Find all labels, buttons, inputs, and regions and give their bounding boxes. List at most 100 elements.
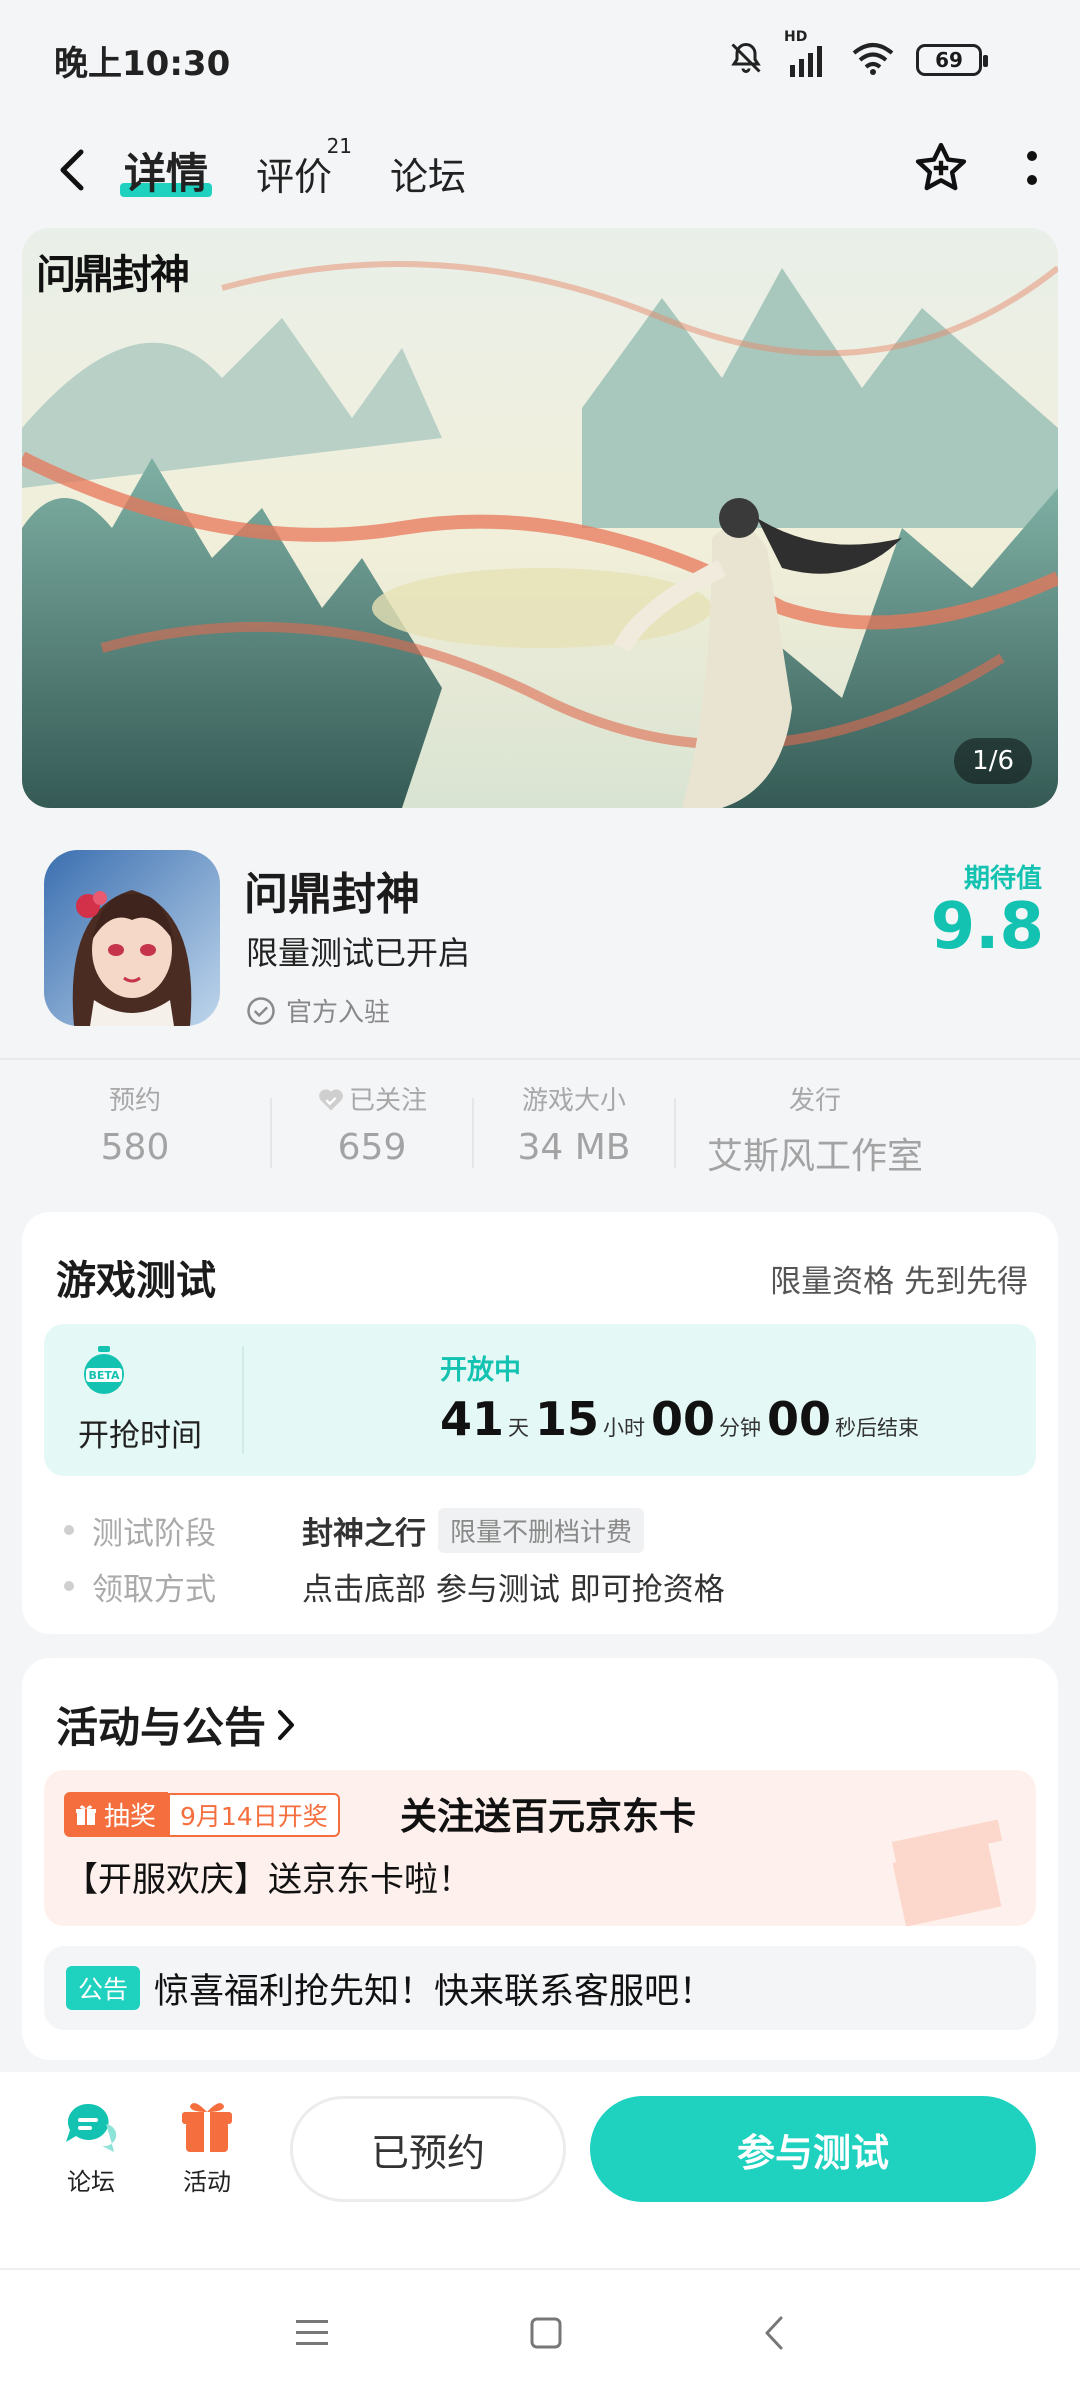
bullet	[64, 1525, 74, 1535]
tab-details[interactable]: 详情	[119, 140, 213, 201]
favorite-star-button[interactable]	[912, 139, 970, 201]
minutes-unit: 分钟	[719, 1416, 762, 1440]
test-details: 测试阶段 封神之行 限量不删档计费 领取方式 点击底部 参与测试 即可抢资格	[44, 1502, 1036, 1614]
banner-artwork	[22, 228, 1058, 808]
home-button[interactable]	[529, 2316, 563, 2354]
stat-value: 34 MB	[517, 1127, 631, 1168]
game-header: 问鼎封神 限量测试已开启 官方入驻 期待值 9.8	[0, 840, 1080, 1040]
beta-stopwatch-icon: BETA	[80, 1346, 128, 1400]
gift-icon	[76, 1804, 96, 1825]
hours-unit: 小时	[603, 1416, 646, 1440]
menu-lines-icon	[296, 2320, 328, 2345]
test-countdown-panel: BETA 开抢时间 开放中 41 天 15 小时 00 分钟 00 秒后结束	[44, 1324, 1036, 1476]
lottery-tag: 抽奖	[64, 1792, 169, 1837]
mute-bell-icon	[728, 40, 764, 80]
beta-badge-text: BETA	[88, 1369, 120, 1382]
recent-apps-button[interactable]	[295, 2318, 329, 2352]
forum-shortcut-label: 论坛	[67, 2168, 115, 2196]
screenshot-carousel[interactable]: 问鼎封神 1/6	[22, 228, 1058, 808]
draw-date-tag: 9月14日开奖	[168, 1792, 340, 1837]
stat-label: 已关注	[348, 1086, 427, 1116]
events-section-link[interactable]: 活动与公告	[56, 1694, 296, 1755]
carousel-page-indicator: 1/6	[954, 738, 1032, 784]
stat-label: 预约	[108, 1086, 161, 1116]
signal-icon: HD	[784, 29, 830, 77]
gift-box-icon	[182, 2103, 232, 2152]
stat-value: 659	[337, 1127, 407, 1168]
join-test-button[interactable]: 参与测试	[590, 2096, 1036, 2202]
seconds-unit: 秒后结束	[835, 1416, 920, 1440]
stage-tag: 限量不删档计费	[438, 1507, 645, 1553]
game-test-card: 游戏测试 限量资格 先到先得 BETA 开抢时间 开放中 41 天 15 小时 …	[22, 1212, 1058, 1634]
tab-reviews[interactable]: 评价 21	[256, 134, 352, 201]
announcement-item[interactable]: 公告 惊喜福利抢先知！快来联系客服吧！	[44, 1946, 1036, 2030]
days-unit: 天	[508, 1416, 530, 1440]
stat-reservations: 预约 580	[0, 1080, 270, 1190]
event-headline: 关注送百元京东卡	[400, 1795, 696, 1838]
event-body: 【开服欢庆】送京东卡啦！	[64, 1860, 472, 1900]
check-circle-icon	[247, 996, 275, 1025]
chevron-left-icon	[60, 149, 84, 191]
tab-bar: 详情 评价 21 论坛	[119, 134, 466, 201]
stat-value: 580	[100, 1127, 170, 1168]
battery-indicator: 69	[916, 44, 988, 76]
announcement-tag: 公告	[66, 1966, 141, 2010]
stats-row: 预约 580 已关注 659 游戏大小 34 MB 发行 艾斯风工作室	[0, 1080, 1080, 1190]
events-title: 活动与公告	[56, 1703, 267, 1752]
stat-label: 发行	[788, 1086, 841, 1116]
expectation-score: 9.8	[930, 890, 1044, 964]
more-options-button[interactable]	[1024, 148, 1040, 192]
claim-method-row: 领取方式 点击底部 参与测试 即可抢资格	[44, 1558, 1036, 1614]
chevron-left-icon	[765, 2316, 783, 2350]
game-app-icon	[44, 850, 220, 1026]
test-card-title: 游戏测试	[56, 1258, 216, 1304]
official-badge: 官方入驻	[246, 992, 390, 1029]
wifi-icon	[852, 41, 894, 79]
stat-game-size: 游戏大小 34 MB	[474, 1080, 674, 1190]
test-stage-row: 测试阶段 封神之行 限量不删档计费	[44, 1502, 1036, 1558]
reserved-button[interactable]: 已预约	[290, 2096, 566, 2202]
system-back-button[interactable]	[763, 2315, 785, 2355]
stat-publisher[interactable]: 发行 艾斯风工作室	[676, 1080, 954, 1190]
stat-followers[interactable]: 已关注 659	[272, 1080, 472, 1190]
status-bar: 晚上10:30 HD 69	[0, 0, 1080, 120]
top-nav: 详情 评价 21 论坛	[0, 120, 1080, 220]
bottom-action-bar: 论坛 活动 已预约 参与测试	[0, 2072, 1080, 2268]
row-key: 领取方式	[92, 1571, 216, 1608]
panel-divider	[242, 1346, 244, 1454]
square-home-icon	[530, 2317, 562, 2349]
lottery-tag-text: 抽奖	[104, 1802, 157, 1832]
grab-time-label: 开抢时间	[78, 1418, 202, 1454]
countdown-seconds: 00	[767, 1392, 832, 1446]
game-title: 问鼎封神	[244, 869, 420, 920]
more-vertical-icon	[1027, 151, 1037, 185]
chat-bubble-icon	[66, 2103, 117, 2152]
game-subtitle: 限量测试已开启	[246, 934, 471, 972]
row-value: 点击底部 参与测试 即可抢资格	[302, 1571, 725, 1608]
countdown-timer: 41 天 15 小时 00 分钟 00 秒后结束	[440, 1392, 925, 1446]
network-label: HD	[784, 29, 808, 45]
countdown-days: 41	[440, 1392, 505, 1446]
open-status: 开放中	[440, 1355, 521, 1386]
forum-shortcut[interactable]: 论坛	[62, 2098, 120, 2197]
stat-value: 艾斯风工作室	[706, 1136, 923, 1177]
clock: 晚上10:30	[54, 43, 231, 84]
activity-shortcut[interactable]: 活动	[180, 2098, 234, 2197]
system-navigation-bar	[0, 2268, 1080, 2400]
system-icons: HD 69	[728, 29, 988, 80]
tab-forum[interactable]: 论坛	[390, 146, 466, 201]
banner-game-logo: 问鼎封神	[36, 251, 190, 298]
activity-shortcut-label: 活动	[183, 2168, 231, 2196]
gift-watermark-icon	[882, 1798, 1012, 1926]
bullet	[64, 1581, 74, 1591]
row-key: 测试阶段	[92, 1515, 216, 1552]
countdown-minutes: 00	[651, 1392, 716, 1446]
event-item-lottery[interactable]: 抽奖 9月14日开奖 关注送百元京东卡 【开服欢庆】送京东卡啦！	[44, 1770, 1036, 1926]
back-button[interactable]	[40, 138, 104, 202]
tab-reviews-label: 评价	[256, 154, 333, 199]
chevron-right-icon	[278, 1709, 295, 1740]
star-plus-icon	[915, 142, 967, 191]
row-value: 封神之行	[302, 1515, 426, 1552]
official-label: 官方入驻	[286, 998, 391, 1028]
section-divider	[0, 1058, 1080, 1060]
